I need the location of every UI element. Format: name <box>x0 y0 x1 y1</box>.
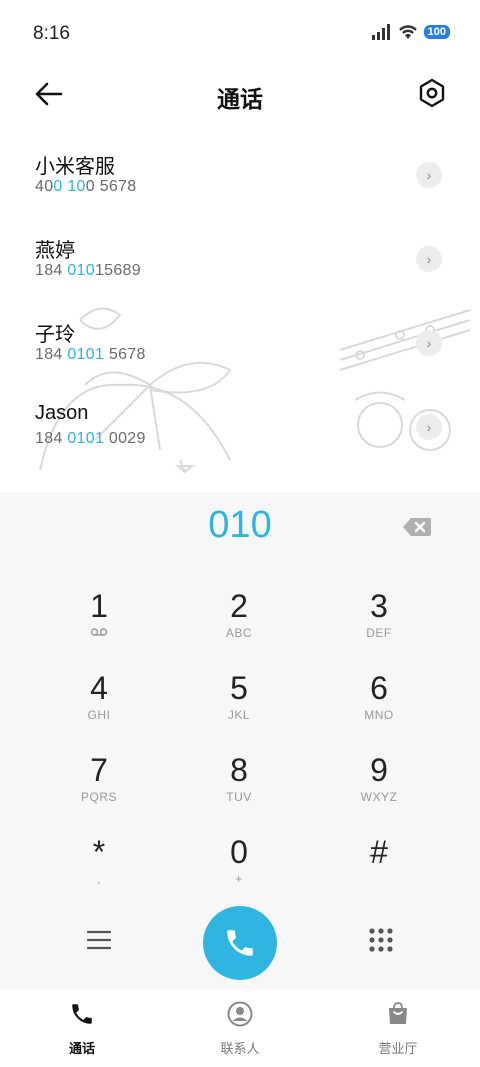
phone-icon <box>72 1004 92 1024</box>
dialpad-toggle-icon[interactable] <box>368 927 394 953</box>
contact-name: 小米客服 <box>35 156 115 178</box>
contacts-icon <box>227 1001 253 1027</box>
header: 通话 <box>0 68 480 122</box>
key-7[interactable]: 7 PQRS <box>29 752 169 824</box>
wifi-icon <box>398 25 417 39</box>
chevron-right-icon[interactable]: › <box>416 330 442 356</box>
nav-tab-calls[interactable]: 通话 <box>32 1001 132 1057</box>
key-1[interactable]: 1 <box>29 588 169 660</box>
key-4[interactable]: 4 GHI <box>29 670 169 742</box>
key-6[interactable]: 6 MNO <box>309 670 449 742</box>
battery-indicator: 100 <box>423 25 450 39</box>
dial-pad: 010 1 2 ABC 3 DEF 4 GHI 5 JKL 6 MNO 7 PQ… <box>0 492 480 989</box>
page-title: 通话 <box>217 86 263 112</box>
contact-suggestions-list: 小米客服 400 100 5678 › 燕婷 184 01015689 › 子玲… <box>0 138 480 474</box>
contact-row[interactable]: Jason 184 0101 0029 › <box>0 390 480 474</box>
key-3[interactable]: 3 DEF <box>309 588 449 660</box>
chevron-right-icon[interactable]: › <box>416 414 442 440</box>
contact-number: 184 0101 5678 <box>35 346 146 363</box>
nav-tab-store[interactable]: 营业厅 <box>348 1001 448 1057</box>
chevron-right-icon[interactable]: › <box>416 246 442 272</box>
contact-row[interactable]: 子玲 184 0101 5678 › <box>0 306 480 390</box>
key-star[interactable]: * , <box>29 834 169 906</box>
contact-row[interactable]: 小米客服 400 100 5678 › <box>0 138 480 222</box>
status-icons: 100 <box>371 24 450 40</box>
status-time: 8:16 <box>33 23 70 44</box>
bottom-navigation: 通话 联系人 营业厅 <box>0 989 480 1067</box>
contact-name: 燕婷 <box>35 240 75 262</box>
contact-row[interactable]: 燕婷 184 01015689 › <box>0 222 480 306</box>
key-8[interactable]: 8 TUV <box>169 752 309 824</box>
contact-number: 400 100 5678 <box>35 178 137 195</box>
key-hash[interactable]: # <box>309 834 449 906</box>
contact-number: 184 0101 0029 <box>35 430 146 447</box>
key-5[interactable]: 5 JKL <box>169 670 309 742</box>
phone-icon <box>227 930 253 956</box>
menu-icon[interactable] <box>86 929 112 951</box>
settings-icon[interactable] <box>418 78 446 108</box>
contact-number: 184 01015689 <box>35 262 141 279</box>
voicemail-icon <box>90 628 108 636</box>
shopping-bag-icon <box>389 1002 407 1024</box>
call-button[interactable] <box>203 906 277 980</box>
key-2[interactable]: 2 ABC <box>169 588 309 660</box>
contact-name: Jason <box>35 402 89 424</box>
chevron-right-icon[interactable]: › <box>416 162 442 188</box>
key-9[interactable]: 9 WXYZ <box>309 752 449 824</box>
nav-tab-contacts[interactable]: 联系人 <box>190 1001 290 1057</box>
backspace-icon[interactable] <box>402 516 432 538</box>
signal-icon <box>371 24 390 40</box>
contact-name: 子玲 <box>35 324 75 346</box>
status-bar: 8:16 100 <box>0 0 480 68</box>
key-0[interactable]: 0 + <box>169 834 309 906</box>
